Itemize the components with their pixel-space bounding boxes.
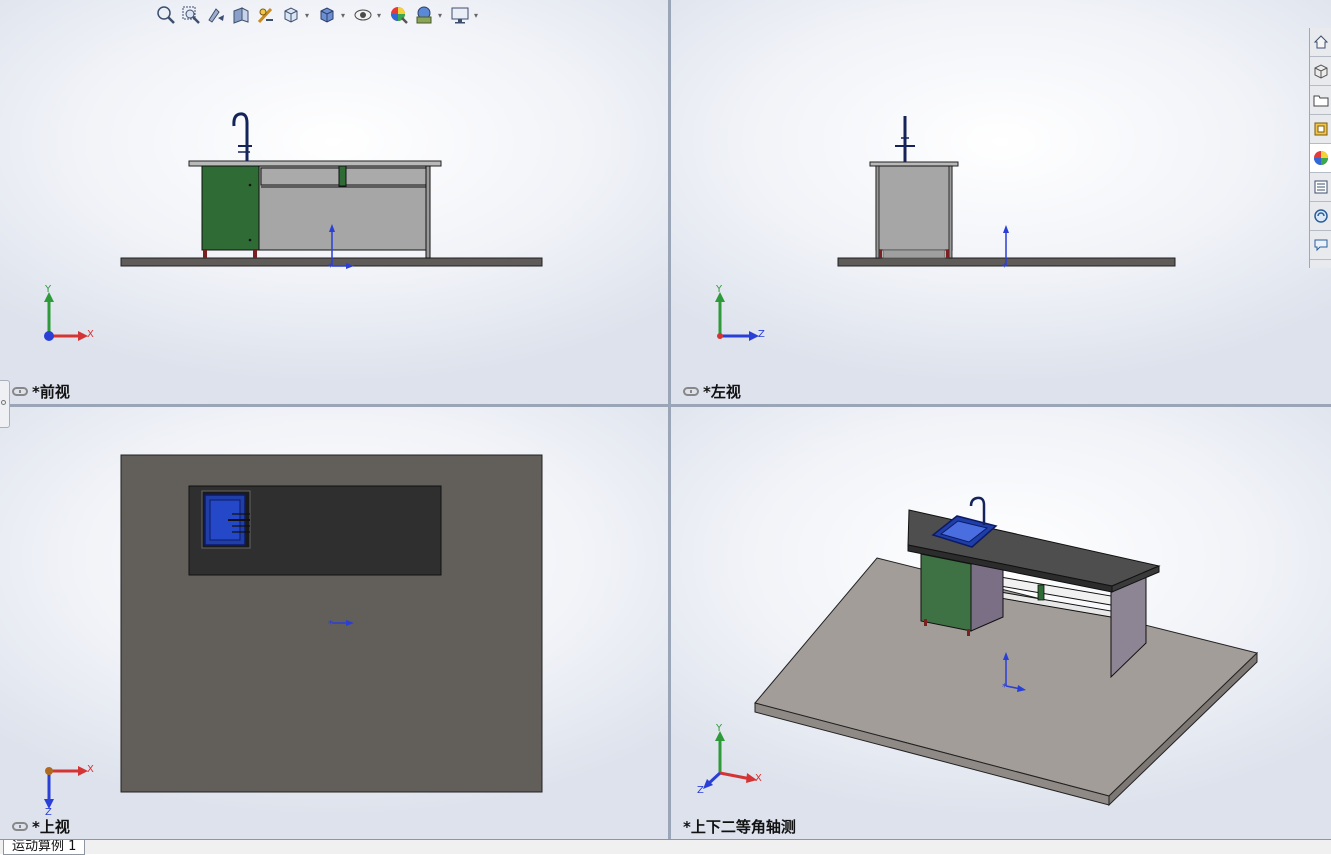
chevron-down-icon[interactable]: ▾ <box>341 11 349 20</box>
green-cabinet <box>920 553 972 632</box>
feedback-icon[interactable] <box>1310 231 1331 260</box>
countertop <box>188 160 442 167</box>
view-label-front: *前视 <box>12 381 70 402</box>
viewport-isometric[interactable]: * Y X Z *上下二等角轴测 <box>671 407 1331 839</box>
dynamic-annotation-icon[interactable] <box>255 4 277 26</box>
axis-label-z: Z <box>697 785 704 796</box>
front-view-scene: * <box>44 112 543 341</box>
left-view-scene: * <box>715 116 1176 341</box>
axis-label-y: Y <box>716 723 723 734</box>
viewport-splitter-vertical[interactable] <box>668 0 671 839</box>
view-label-front-text: *前视 <box>32 383 70 401</box>
link-icon <box>683 387 699 396</box>
feature-manager-collapse-handle[interactable] <box>0 380 10 428</box>
apply-scene-icon[interactable] <box>413 4 435 26</box>
axis-label-y: Y <box>45 284 52 295</box>
bottom-tab-bar: 运动算例 1 <box>0 839 1331 855</box>
view-label-left: *左视 <box>683 381 741 402</box>
svg-text:*: * <box>1002 682 1007 693</box>
view-settings-icon[interactable] <box>449 4 471 26</box>
file-explorer-icon[interactable] <box>1310 115 1331 144</box>
link-icon <box>12 822 28 831</box>
custom-properties-icon[interactable] <box>1310 173 1331 202</box>
axis-label-y: Y <box>716 284 723 295</box>
display-style-icon[interactable] <box>316 4 338 26</box>
axis-triad-left <box>715 292 759 341</box>
svg-text:*: * <box>328 262 333 273</box>
forum-icon[interactable] <box>1310 202 1331 231</box>
viewport-top[interactable]: * X Z *上视 <box>0 407 668 839</box>
view-label-iso: *上下二等角轴测 <box>683 816 796 837</box>
view-label-left-text: *左视 <box>703 383 741 401</box>
axis-triad-top <box>44 766 88 809</box>
faucet <box>232 112 249 161</box>
viewport-left[interactable]: * Y Z *左视 <box>671 0 1331 404</box>
previous-view-icon[interactable] <box>205 4 227 26</box>
axis-label-x: X <box>755 773 762 784</box>
section-view-icon[interactable] <box>230 4 252 26</box>
axis-label-x: X <box>87 764 94 775</box>
link-icon <box>12 387 28 396</box>
hide-show-items-icon[interactable] <box>352 4 374 26</box>
view-label-iso-text: *上下二等角轴测 <box>683 818 796 836</box>
chevron-down-icon[interactable]: ▾ <box>438 11 446 20</box>
countertop <box>869 161 959 167</box>
top-view-scene: * <box>44 454 543 809</box>
edit-appearance-icon[interactable] <box>388 4 410 26</box>
zoom-to-fit-icon[interactable] <box>155 4 177 26</box>
zoom-to-area-icon[interactable] <box>180 4 202 26</box>
chevron-down-icon[interactable]: ▾ <box>305 11 313 20</box>
viewport-splitter-horizontal[interactable] <box>0 404 1331 407</box>
appearances-icon[interactable] <box>1310 144 1331 173</box>
chevron-down-icon[interactable]: ▾ <box>474 11 482 20</box>
view-label-top: *上视 <box>12 816 70 837</box>
green-cabinet <box>201 165 260 251</box>
home-icon[interactable] <box>1310 28 1331 57</box>
axis-label-x: X <box>87 329 94 340</box>
axis-triad-front <box>44 292 88 341</box>
axis-triad-isometric <box>703 731 757 789</box>
design-library-icon[interactable] <box>1310 86 1331 115</box>
heads-up-view-toolbar: ▾ ▾ ▾ ▾ ▾ <box>155 3 482 27</box>
isometric-view-scene: * <box>703 496 1258 807</box>
svg-text:*: * <box>328 619 333 630</box>
axis-label-z: Z <box>758 329 765 340</box>
task-pane-tabs <box>1309 28 1331 268</box>
view-label-top-text: *上视 <box>32 818 70 836</box>
svg-text:*: * <box>1002 262 1007 273</box>
cabinet-side <box>875 165 953 251</box>
viewport-front[interactable]: * Y X *前视 <box>0 0 668 404</box>
chevron-down-icon[interactable]: ▾ <box>377 11 385 20</box>
view-orientation-icon[interactable] <box>280 4 302 26</box>
resources-icon[interactable] <box>1310 57 1331 86</box>
